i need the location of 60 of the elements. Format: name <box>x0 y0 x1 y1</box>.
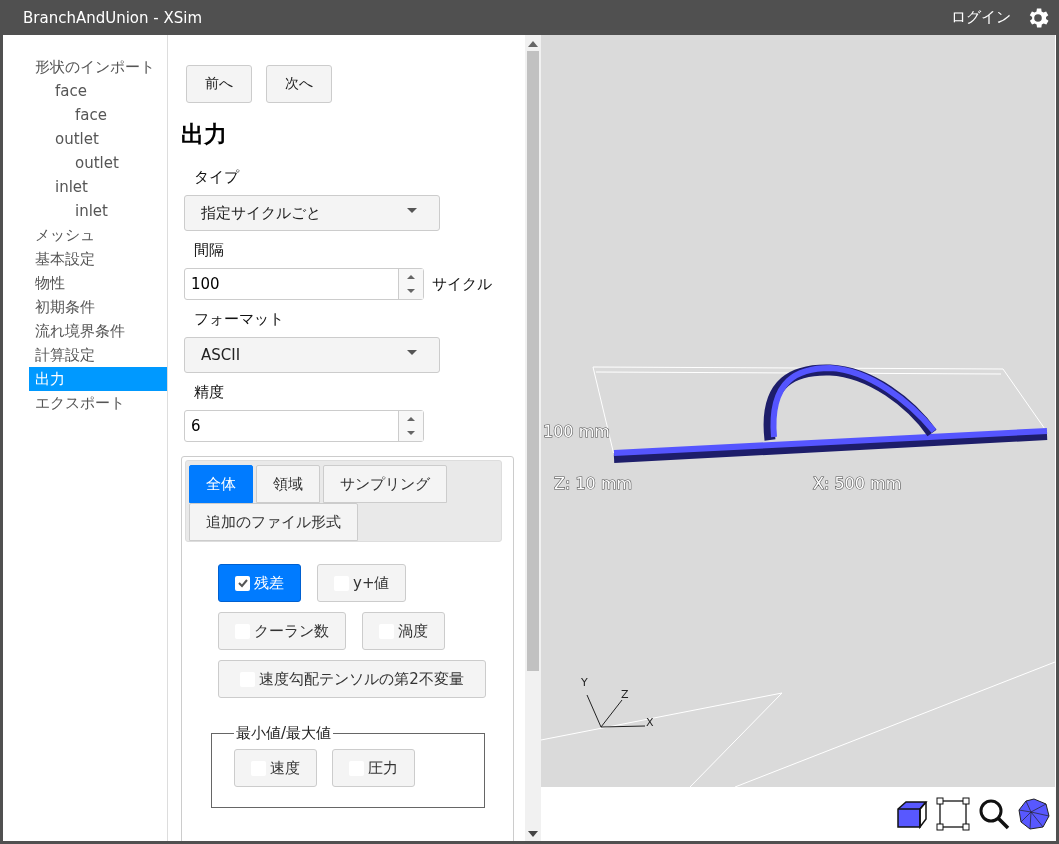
axis-label: X <box>646 716 654 729</box>
toggle-button[interactable]: 圧力 <box>332 749 415 787</box>
axis-label: Z <box>621 688 629 701</box>
dimension-label: 100 mm <box>543 422 610 441</box>
tab[interactable]: 全体 <box>189 465 253 503</box>
toggle-button[interactable]: 渦度 <box>362 612 445 650</box>
scroll-up-icon[interactable] <box>528 41 538 47</box>
tab[interactable]: 領域 <box>256 465 320 503</box>
selection-box-icon[interactable] <box>936 797 970 831</box>
tab[interactable]: 追加のファイル形式 <box>189 503 358 541</box>
scrollbar-thumb[interactable] <box>527 51 539 671</box>
login-link[interactable]: ログイン <box>951 8 1011 27</box>
number-field[interactable]: 6 <box>184 410 424 442</box>
polyhedron-icon[interactable] <box>1018 798 1050 830</box>
nav-button[interactable]: 前へ <box>186 65 252 103</box>
group-legend: 最小値/最大値 <box>234 724 334 743</box>
dimension-label: X: 500 mm <box>813 474 902 493</box>
sidebar-item[interactable]: 形状のインポート <box>29 55 167 79</box>
caret-icon <box>407 207 417 213</box>
section-heading: 出力 <box>181 120 228 149</box>
field-label: 間隔 <box>194 241 225 260</box>
sidebar-item[interactable]: 流れ境界条件 <box>29 319 167 343</box>
sidebar-item[interactable]: outlet <box>29 127 167 151</box>
sidebar-item[interactable]: inlet <box>29 199 167 223</box>
axis-label: Y <box>581 676 588 689</box>
sidebar-item[interactable]: inlet <box>29 175 167 199</box>
sidebar-item[interactable]: 物性 <box>29 271 167 295</box>
sidebar-item[interactable]: face <box>29 103 167 127</box>
spinner-icon[interactable] <box>398 269 423 299</box>
window-title: BranchAndUnion - XSim <box>23 8 204 27</box>
sidebar-item[interactable]: 計算設定 <box>29 343 167 367</box>
nav-button[interactable]: 次へ <box>266 65 332 103</box>
unit-label: サイクル <box>432 274 492 294</box>
search-icon[interactable] <box>978 798 1010 830</box>
toggle-button[interactable]: 速度勾配テンソルの第2不変量 <box>218 660 486 698</box>
sidebar-item[interactable]: エクスポート <box>29 391 167 415</box>
tab[interactable]: サンプリング <box>323 465 447 503</box>
field-label: フォーマット <box>194 310 285 329</box>
sidebar-item[interactable]: outlet <box>29 151 167 175</box>
spinner-icon[interactable] <box>398 411 423 441</box>
dimension-label: Z: 10 mm <box>554 474 633 493</box>
sidebar-item[interactable]: メッシュ <box>29 223 167 247</box>
sidebar-item[interactable]: 初期条件 <box>29 295 167 319</box>
toggle-button[interactable]: 残差 <box>218 564 301 602</box>
3d-viewport[interactable]: 100 mm Z: 10 mm X: 500 mm Y Z X <box>541 35 1055 787</box>
dropdown[interactable]: ASCII <box>184 337 440 373</box>
sidebar-item[interactable]: face <box>29 79 167 103</box>
toggle-button[interactable]: y+値 <box>317 564 407 602</box>
cube-icon[interactable] <box>896 799 928 829</box>
sidebar-item[interactable]: 基本設定 <box>29 247 167 271</box>
number-field[interactable]: 100 <box>184 268 424 300</box>
dropdown[interactable]: 指定サイクルごと <box>184 195 440 231</box>
field-label: タイプ <box>194 168 241 187</box>
checkbox[interactable] <box>235 575 250 591</box>
scroll-down-icon[interactable] <box>528 831 538 837</box>
field-label: 精度 <box>194 383 225 402</box>
toggle-button[interactable]: 速度 <box>234 749 317 787</box>
scrollbar[interactable] <box>525 35 541 841</box>
toggle-button[interactable]: クーラン数 <box>218 612 346 650</box>
caret-icon <box>407 349 417 355</box>
